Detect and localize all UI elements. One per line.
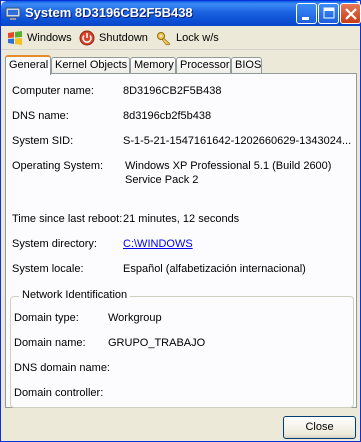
system-directory-label: System directory: [12, 238, 97, 250]
windows-button[interactable]: Windows [7, 29, 72, 47]
computer-name-value: 8D3196CB2F5B438 [123, 85, 222, 97]
tab-processor[interactable]: Processor [176, 57, 231, 74]
os-value-line1: Windows XP Professional 5.1 (Build 2600) [125, 160, 332, 172]
windows-flag-icon [7, 30, 23, 46]
title-bar[interactable]: System 8D3196CB2F5B438 [1, 1, 361, 26]
system-sid-value: S-1-5-21-1547161642-1202660629-1343024..… [123, 135, 352, 147]
domain-name-value: GRUPO_TRABAJO [108, 337, 206, 349]
maximize-button[interactable] [318, 3, 339, 24]
system-directory-link[interactable]: C:\WINDOWS [123, 238, 193, 250]
tab-general[interactable]: General [5, 55, 51, 75]
dns-name-label: DNS name: [12, 110, 69, 122]
domain-type-value: Workgroup [108, 312, 162, 324]
minimize-button[interactable] [296, 3, 317, 24]
computer-name-label: Computer name: [12, 85, 94, 97]
close-button[interactable]: Close [283, 416, 356, 439]
dns-domain-name-label: DNS domain name: [14, 362, 110, 374]
domain-name-label: Domain name: [14, 337, 86, 349]
system-window: System 8D3196CB2F5B438 Windows Shutdown … [0, 0, 361, 442]
key-icon [156, 30, 172, 46]
system-sid-label: System SID: [12, 135, 74, 147]
toolbar: Windows Shutdown Lock w/s [1, 26, 360, 50]
os-value-line2: Service Pack 2 [125, 174, 199, 186]
lock-label: Lock w/s [176, 32, 219, 44]
windows-label: Windows [27, 32, 72, 44]
general-panel: Computer name: 8D3196CB2F5B438 DNS name:… [5, 73, 357, 408]
system-locale-label: System locale: [12, 263, 84, 275]
network-identification-title: Network Identification [19, 289, 131, 301]
power-icon [79, 30, 95, 46]
domain-type-label: Domain type: [14, 312, 79, 324]
tab-bios[interactable]: BIOS [231, 57, 262, 74]
shutdown-label: Shutdown [99, 32, 148, 44]
tab-memory[interactable]: Memory [130, 57, 176, 74]
reboot-value: 21 minutes, 12 seconds [123, 213, 240, 225]
computer-icon [5, 6, 21, 22]
reboot-label: Time since last reboot: [12, 213, 123, 225]
domain-controller-label: Domain controller: [14, 387, 104, 399]
lock-workstation-button[interactable]: Lock w/s [156, 29, 219, 47]
close-window-button[interactable] [340, 3, 361, 24]
shutdown-button[interactable]: Shutdown [79, 29, 148, 47]
dns-name-value: 8d3196cb2f5b438 [123, 110, 212, 122]
window-title: System 8D3196CB2F5B438 [25, 5, 193, 20]
network-identification-group: Network Identification Domain type: Work… [10, 289, 354, 408]
tab-kernel-objects[interactable]: Kernel Objects [51, 57, 130, 74]
os-label: Operating System: [12, 160, 104, 172]
system-locale-value: Español (alfabetización internacional) [123, 263, 306, 275]
